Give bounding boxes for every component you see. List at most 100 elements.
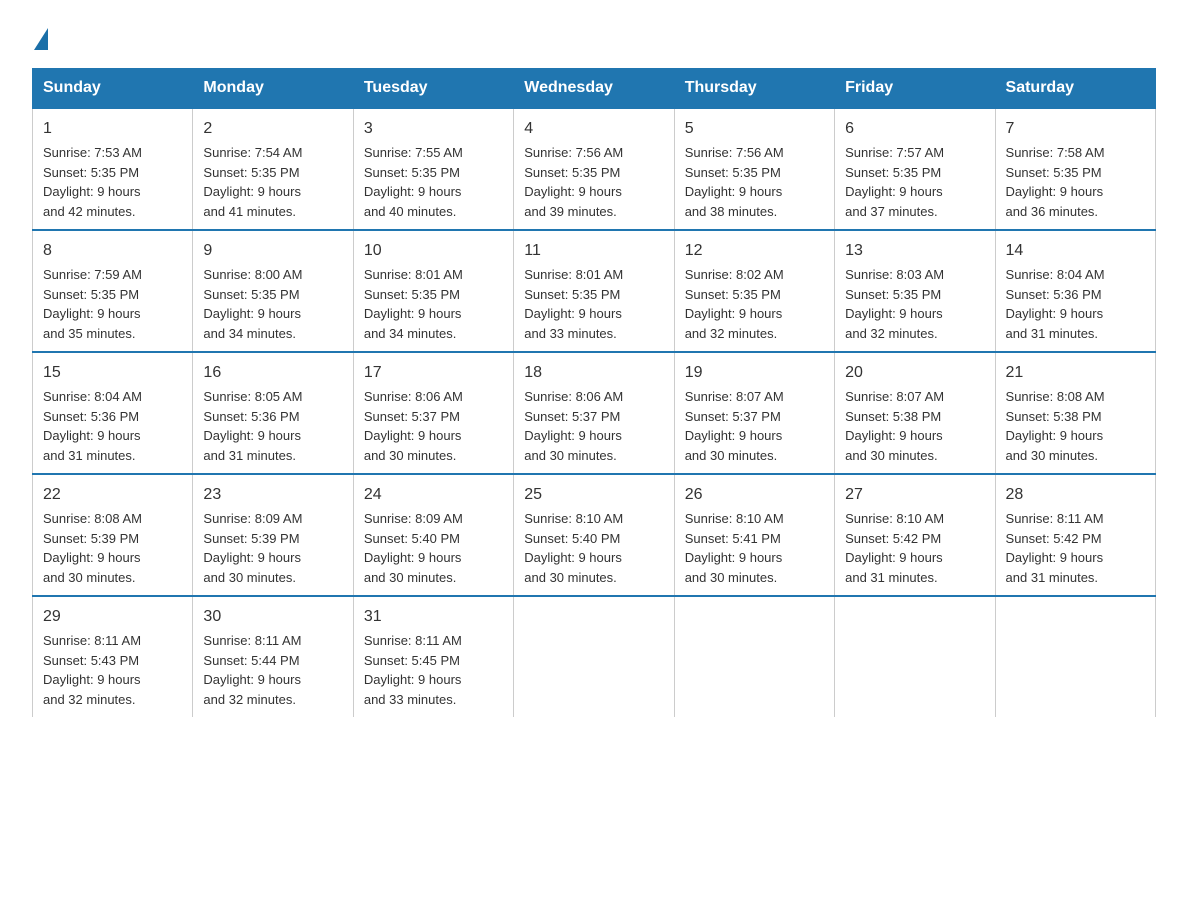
calendar-cell: 5 Sunrise: 7:56 AMSunset: 5:35 PMDaylight… <box>674 108 834 230</box>
calendar-cell: 15 Sunrise: 8:04 AMSunset: 5:36 PMDayligh… <box>33 352 193 474</box>
day-info: Sunrise: 8:10 AMSunset: 5:41 PMDaylight:… <box>685 511 784 585</box>
calendar-cell <box>514 596 674 717</box>
day-info: Sunrise: 7:59 AMSunset: 5:35 PMDaylight:… <box>43 267 142 341</box>
calendar-cell: 22Sunrise: 8:08 AMSunset: 5:39 PMDayligh… <box>33 474 193 596</box>
day-number: 21 <box>1006 361 1145 385</box>
calendar-cell: 20 Sunrise: 8:07 AMSunset: 5:38 PMDayligh… <box>835 352 995 474</box>
calendar-cell: 17 Sunrise: 8:06 AMSunset: 5:37 PMDayligh… <box>353 352 513 474</box>
calendar-cell: 18Sunrise: 8:06 AMSunset: 5:37 PMDayligh… <box>514 352 674 474</box>
calendar-cell: 26 Sunrise: 8:10 AMSunset: 5:41 PMDayligh… <box>674 474 834 596</box>
day-number: 12 <box>685 239 824 263</box>
calendar-cell: 16Sunrise: 8:05 AMSunset: 5:36 PMDayligh… <box>193 352 353 474</box>
day-info: Sunrise: 7:56 AMSunset: 5:35 PMDaylight:… <box>685 145 784 219</box>
day-number: 19 <box>685 361 824 385</box>
weekday-header-wednesday: Wednesday <box>514 69 674 109</box>
day-number: 15 <box>43 361 182 385</box>
day-info: Sunrise: 8:11 AMSunset: 5:43 PMDaylight:… <box>43 633 141 707</box>
day-info: Sunrise: 8:07 AMSunset: 5:38 PMDaylight:… <box>845 389 944 463</box>
day-number: 26 <box>685 483 824 507</box>
day-info: Sunrise: 8:07 AMSunset: 5:37 PMDaylight:… <box>685 389 784 463</box>
day-number: 2 <box>203 117 342 141</box>
day-info: Sunrise: 8:08 AMSunset: 5:38 PMDaylight:… <box>1006 389 1105 463</box>
day-number: 25 <box>524 483 663 507</box>
calendar-week-row: 1 Sunrise: 7:53 AMSunset: 5:35 PMDaylight… <box>33 108 1156 230</box>
weekday-header-tuesday: Tuesday <box>353 69 513 109</box>
calendar-cell: 19 Sunrise: 8:07 AMSunset: 5:37 PMDayligh… <box>674 352 834 474</box>
day-number: 28 <box>1006 483 1145 507</box>
day-info: Sunrise: 7:56 AMSunset: 5:35 PMDaylight:… <box>524 145 623 219</box>
calendar-cell <box>995 596 1155 717</box>
day-number: 27 <box>845 483 984 507</box>
day-info: Sunrise: 8:06 AMSunset: 5:37 PMDaylight:… <box>524 389 623 463</box>
day-info: Sunrise: 8:00 AMSunset: 5:35 PMDaylight:… <box>203 267 302 341</box>
day-number: 30 <box>203 605 342 629</box>
day-info: Sunrise: 8:11 AMSunset: 5:45 PMDaylight:… <box>364 633 462 707</box>
day-info: Sunrise: 8:11 AMSunset: 5:42 PMDaylight:… <box>1006 511 1104 585</box>
day-info: Sunrise: 8:04 AMSunset: 5:36 PMDaylight:… <box>43 389 142 463</box>
day-number: 11 <box>524 239 663 263</box>
weekday-header-saturday: Saturday <box>995 69 1155 109</box>
day-number: 1 <box>43 117 182 141</box>
calendar-cell: 13 Sunrise: 8:03 AMSunset: 5:35 PMDayligh… <box>835 230 995 352</box>
weekday-header-monday: Monday <box>193 69 353 109</box>
calendar-cell: 25 Sunrise: 8:10 AMSunset: 5:40 PMDayligh… <box>514 474 674 596</box>
day-info: Sunrise: 8:11 AMSunset: 5:44 PMDaylight:… <box>203 633 301 707</box>
logo <box>32 24 48 50</box>
day-number: 6 <box>845 117 984 141</box>
calendar-cell: 1 Sunrise: 7:53 AMSunset: 5:35 PMDaylight… <box>33 108 193 230</box>
weekday-header-row: SundayMondayTuesdayWednesdayThursdayFrid… <box>33 69 1156 109</box>
day-number: 7 <box>1006 117 1145 141</box>
day-info: Sunrise: 7:54 AMSunset: 5:35 PMDaylight:… <box>203 145 302 219</box>
calendar-cell: 8 Sunrise: 7:59 AMSunset: 5:35 PMDaylight… <box>33 230 193 352</box>
day-info: Sunrise: 7:53 AMSunset: 5:35 PMDaylight:… <box>43 145 142 219</box>
calendar-cell: 6 Sunrise: 7:57 AMSunset: 5:35 PMDaylight… <box>835 108 995 230</box>
day-info: Sunrise: 8:10 AMSunset: 5:42 PMDaylight:… <box>845 511 944 585</box>
day-number: 10 <box>364 239 503 263</box>
day-number: 5 <box>685 117 824 141</box>
day-number: 31 <box>364 605 503 629</box>
day-info: Sunrise: 8:03 AMSunset: 5:35 PMDaylight:… <box>845 267 944 341</box>
day-info: Sunrise: 8:10 AMSunset: 5:40 PMDaylight:… <box>524 511 623 585</box>
day-number: 16 <box>203 361 342 385</box>
calendar-cell: 3Sunrise: 7:55 AMSunset: 5:35 PMDaylight… <box>353 108 513 230</box>
day-number: 8 <box>43 239 182 263</box>
calendar-cell: 30 Sunrise: 8:11 AMSunset: 5:44 PMDayligh… <box>193 596 353 717</box>
calendar-cell: 10 Sunrise: 8:01 AMSunset: 5:35 PMDayligh… <box>353 230 513 352</box>
calendar-cell: 27 Sunrise: 8:10 AMSunset: 5:42 PMDayligh… <box>835 474 995 596</box>
day-info: Sunrise: 8:04 AMSunset: 5:36 PMDaylight:… <box>1006 267 1105 341</box>
day-number: 17 <box>364 361 503 385</box>
calendar-cell: 24Sunrise: 8:09 AMSunset: 5:40 PMDayligh… <box>353 474 513 596</box>
day-number: 14 <box>1006 239 1145 263</box>
calendar-cell: 4Sunrise: 7:56 AMSunset: 5:35 PMDaylight… <box>514 108 674 230</box>
page-header <box>32 24 1156 50</box>
calendar-table: SundayMondayTuesdayWednesdayThursdayFrid… <box>32 68 1156 717</box>
day-info: Sunrise: 8:06 AMSunset: 5:37 PMDaylight:… <box>364 389 463 463</box>
calendar-week-row: 22Sunrise: 8:08 AMSunset: 5:39 PMDayligh… <box>33 474 1156 596</box>
calendar-cell: 7 Sunrise: 7:58 AMSunset: 5:35 PMDaylight… <box>995 108 1155 230</box>
day-number: 24 <box>364 483 503 507</box>
calendar-cell <box>835 596 995 717</box>
calendar-week-row: 15 Sunrise: 8:04 AMSunset: 5:36 PMDayligh… <box>33 352 1156 474</box>
calendar-week-row: 8 Sunrise: 7:59 AMSunset: 5:35 PMDaylight… <box>33 230 1156 352</box>
calendar-cell: 14 Sunrise: 8:04 AMSunset: 5:36 PMDayligh… <box>995 230 1155 352</box>
day-number: 23 <box>203 483 342 507</box>
calendar-cell: 28 Sunrise: 8:11 AMSunset: 5:42 PMDayligh… <box>995 474 1155 596</box>
weekday-header-friday: Friday <box>835 69 995 109</box>
day-info: Sunrise: 8:01 AMSunset: 5:35 PMDaylight:… <box>364 267 463 341</box>
day-info: Sunrise: 7:58 AMSunset: 5:35 PMDaylight:… <box>1006 145 1105 219</box>
calendar-cell: 11 Sunrise: 8:01 AMSunset: 5:35 PMDayligh… <box>514 230 674 352</box>
calendar-cell: 21 Sunrise: 8:08 AMSunset: 5:38 PMDayligh… <box>995 352 1155 474</box>
day-number: 13 <box>845 239 984 263</box>
day-number: 9 <box>203 239 342 263</box>
day-info: Sunrise: 8:01 AMSunset: 5:35 PMDaylight:… <box>524 267 623 341</box>
day-info: Sunrise: 8:02 AMSunset: 5:35 PMDaylight:… <box>685 267 784 341</box>
day-info: Sunrise: 8:09 AMSunset: 5:39 PMDaylight:… <box>203 511 302 585</box>
day-info: Sunrise: 7:55 AMSunset: 5:35 PMDaylight:… <box>364 145 463 219</box>
day-number: 29 <box>43 605 182 629</box>
day-info: Sunrise: 7:57 AMSunset: 5:35 PMDaylight:… <box>845 145 944 219</box>
calendar-cell: 12 Sunrise: 8:02 AMSunset: 5:35 PMDayligh… <box>674 230 834 352</box>
calendar-cell <box>674 596 834 717</box>
day-number: 20 <box>845 361 984 385</box>
day-info: Sunrise: 8:08 AMSunset: 5:39 PMDaylight:… <box>43 511 142 585</box>
logo-triangle-icon <box>34 28 48 50</box>
